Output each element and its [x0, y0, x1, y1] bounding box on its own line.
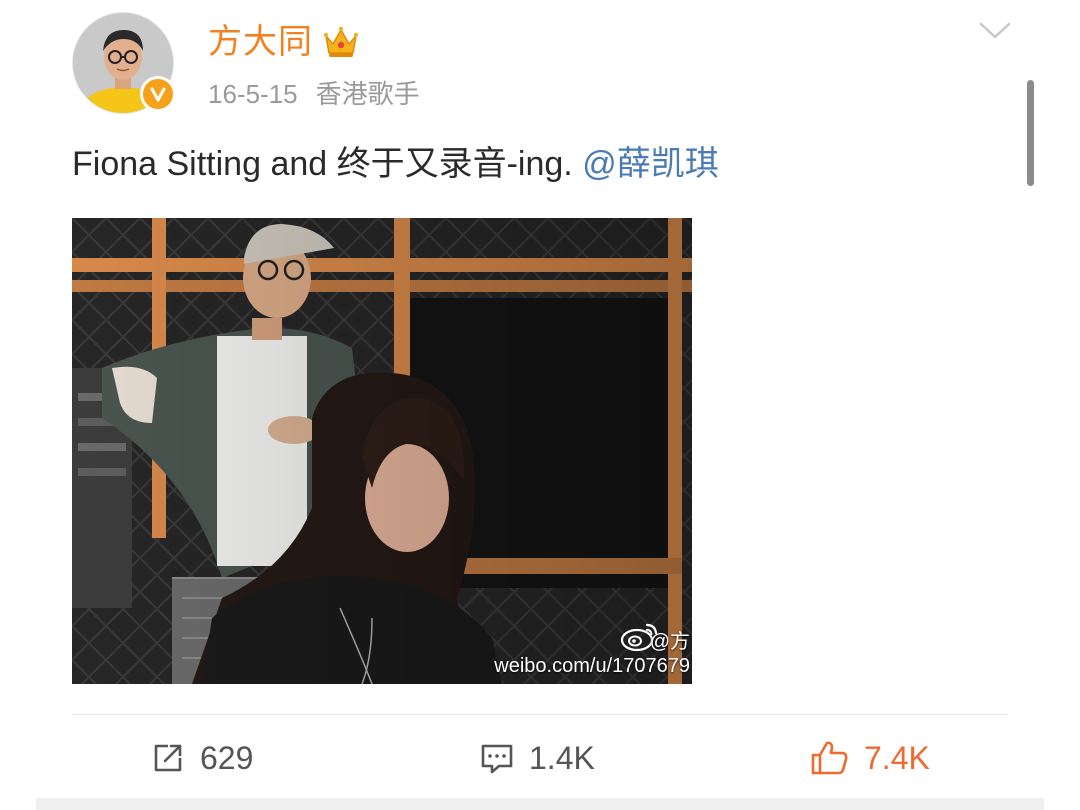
post-body-text: Fiona Sitting and 终于又录音-ing. — [72, 145, 583, 183]
watermark-url: weibo.com/u/1707679 — [494, 655, 690, 677]
post-text: Fiona Sitting and 终于又录音-ing. @薛凯琪 — [72, 142, 719, 186]
like-count: 7.4K — [864, 740, 930, 776]
repost-button[interactable]: 629 — [150, 736, 253, 780]
watermark-handle: @方 — [649, 631, 690, 653]
author-name[interactable]: 方大同 — [208, 22, 313, 62]
comment-count: 1.4K — [529, 740, 595, 776]
author-avatar-container[interactable] — [72, 12, 176, 114]
comment-button[interactable]: 1.4K — [479, 736, 595, 780]
thumbs-up-icon — [811, 741, 848, 775]
weibo-post-card: 方大同 16-5-15 香港歌手 Fiona Sitting and 终于又录音-… — [0, 0, 1080, 810]
recording-studio-photo — [72, 218, 692, 684]
post-date: 16-5-15 — [208, 79, 298, 109]
scrollbar[interactable] — [1027, 80, 1034, 186]
author-description: 香港歌手 — [315, 79, 420, 109]
mention-link[interactable]: @薛凯琪 — [582, 145, 719, 183]
post-meta: 16-5-15 香港歌手 — [208, 78, 420, 110]
like-button[interactable]: 7.4K — [810, 736, 930, 780]
repost-icon — [154, 744, 182, 772]
crown-icon[interactable] — [322, 24, 360, 60]
repost-count: 629 — [200, 740, 254, 776]
post-image[interactable]: @方 weibo.com/u/1707679 — [72, 218, 692, 684]
verified-badge-icon — [140, 76, 176, 112]
comment-icon — [481, 744, 513, 774]
action-divider — [72, 714, 1008, 715]
bottom-separator — [36, 798, 1044, 810]
chevron-down-icon[interactable] — [978, 20, 1012, 42]
